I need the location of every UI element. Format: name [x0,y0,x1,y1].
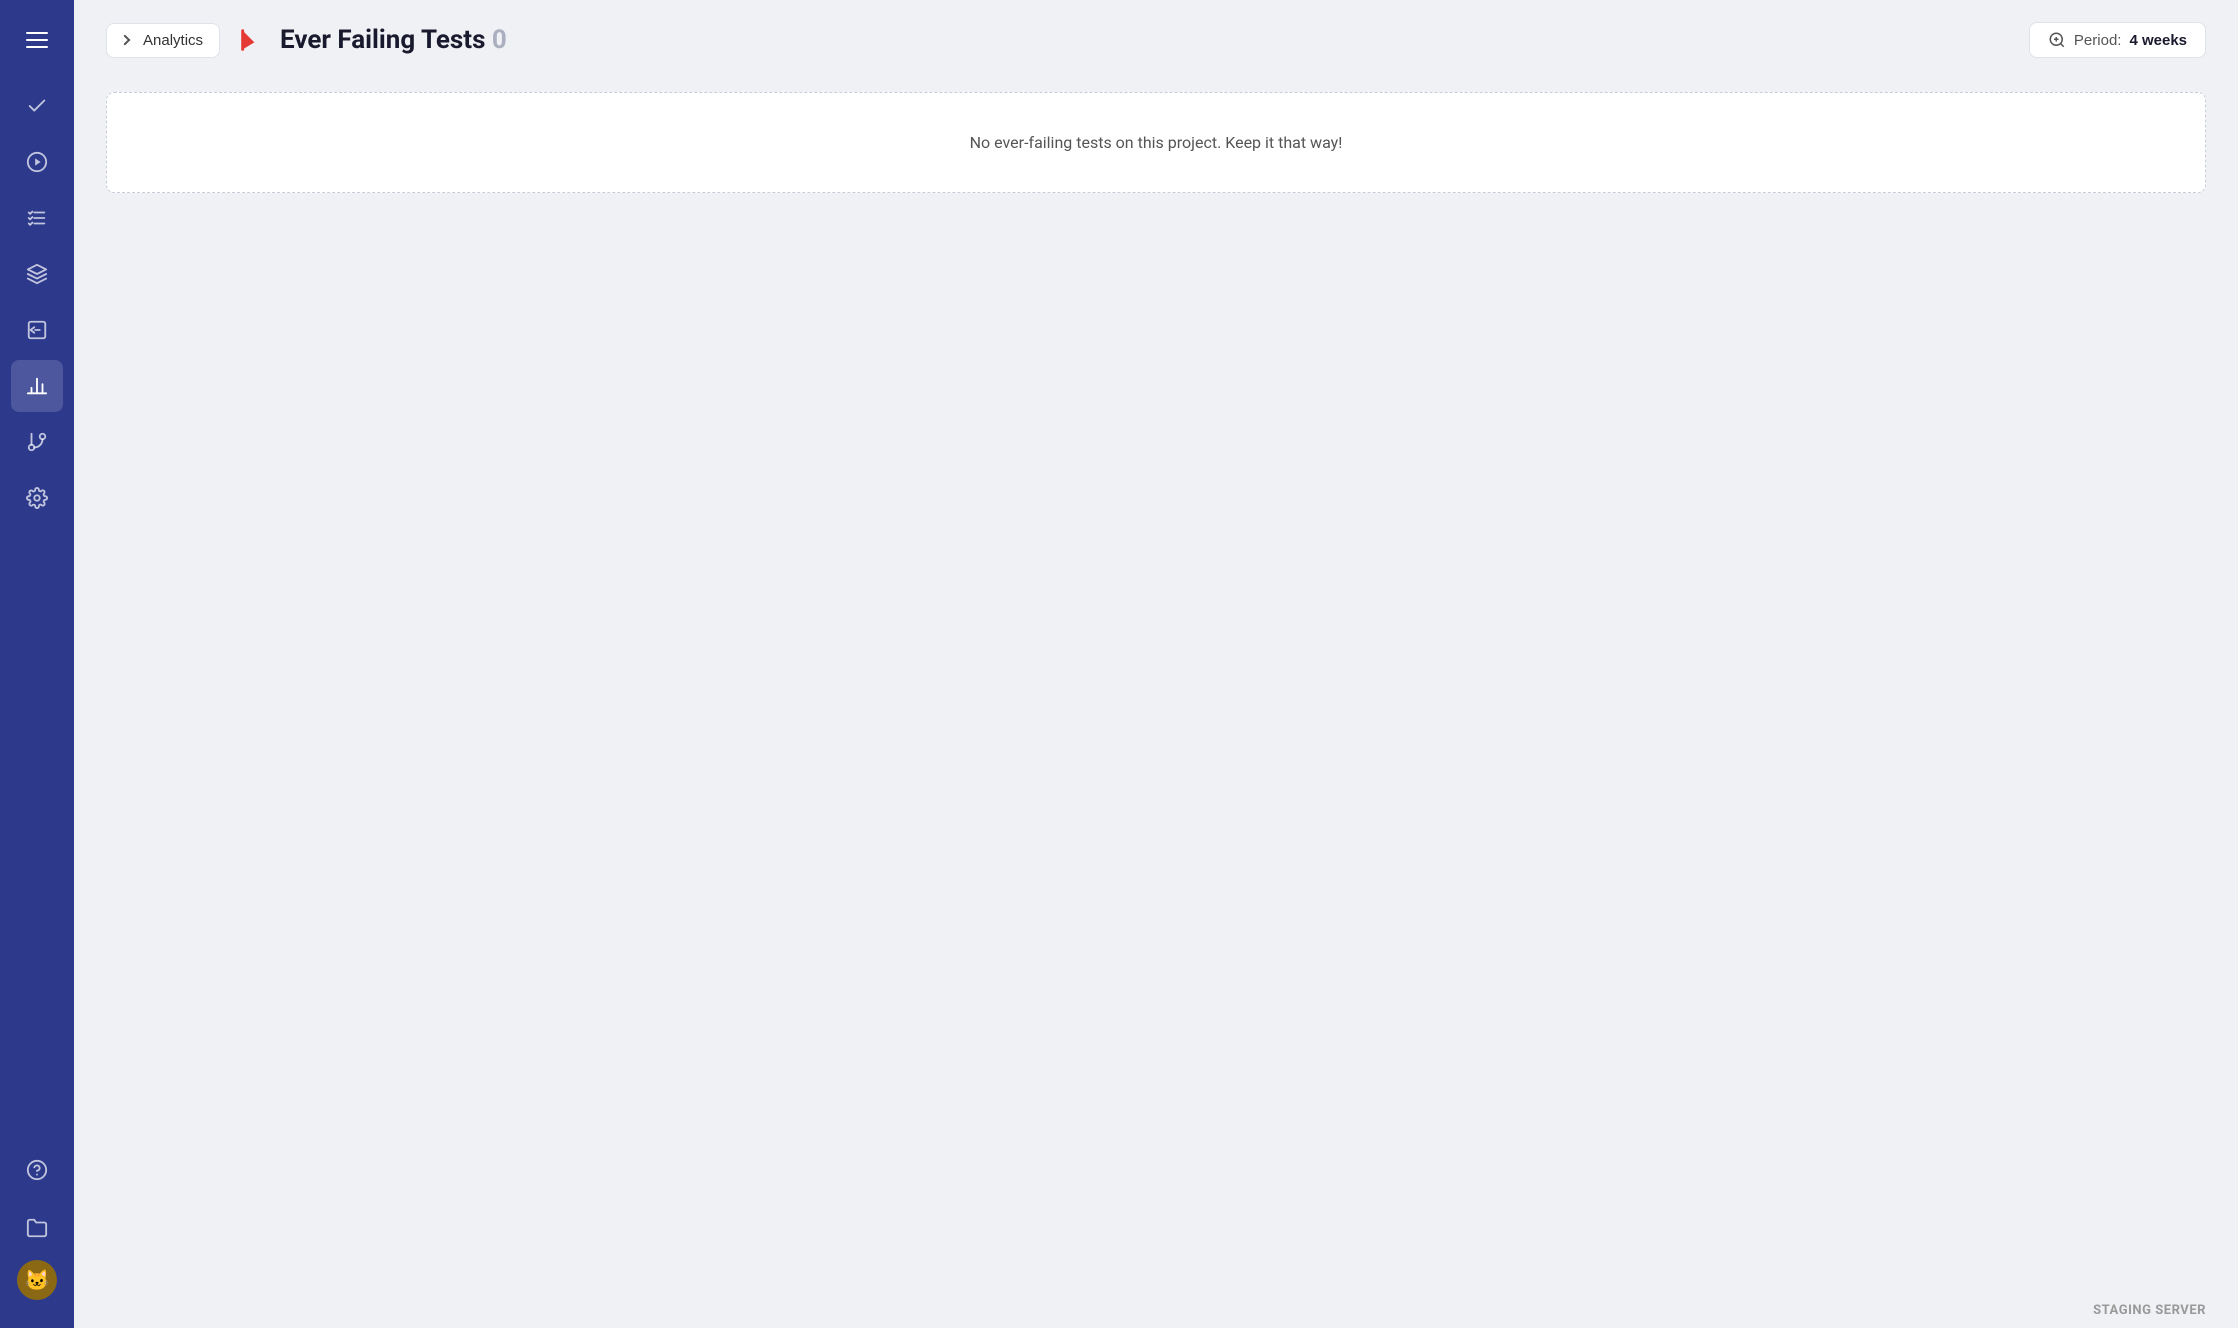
bar-chart-icon [26,375,48,397]
header: Analytics Ever Failing Tests 0 Period [74,0,2238,80]
period-label: Period: [2074,32,2122,49]
staging-footer: STAGING SERVER [74,1293,2238,1328]
check-icon [26,95,48,117]
sidebar-item-branches[interactable] [11,416,63,468]
content-area: No ever-failing tests on this project. K… [74,80,2238,1293]
layers-icon [26,263,48,285]
sidebar-item-terminal[interactable] [11,304,63,356]
page-title-count: 0 [492,25,507,55]
back-button[interactable]: Analytics [106,23,220,58]
chevron-left-icon [123,33,137,47]
page-title-area: Ever Failing Tests 0 [238,25,2011,55]
period-value: 4 weeks [2129,32,2187,49]
sidebar-item-folder[interactable] [11,1202,63,1254]
sidebar-nav [0,80,74,1144]
terminal-icon [26,319,48,341]
sidebar-item-help[interactable] [11,1144,63,1196]
period-button[interactable]: Period: 4 weeks [2029,22,2206,58]
empty-state-message: No ever-failing tests on this project. K… [970,133,1343,152]
main-content: Analytics Ever Failing Tests 0 Period [74,0,2238,1328]
sidebar-item-analytics[interactable] [11,360,63,412]
page-title: Ever Failing Tests 0 [280,25,507,55]
sidebar-item-layers[interactable] [11,248,63,300]
help-icon [26,1159,48,1181]
hamburger-menu[interactable] [15,18,59,62]
sidebar-item-list[interactable] [11,192,63,244]
sidebar-bottom: 🐱 [11,1144,63,1310]
flag-icon [238,26,266,54]
sidebar: 🐱 [0,0,74,1328]
settings-icon [26,487,48,509]
play-icon [26,151,48,173]
staging-label: STAGING SERVER [2093,1303,2206,1318]
git-branch-icon [26,431,48,453]
period-icon [2048,31,2066,49]
folder-icon [26,1217,48,1239]
back-label: Analytics [143,32,203,49]
sidebar-item-settings[interactable] [11,472,63,524]
sidebar-item-run[interactable] [11,136,63,188]
page-title-text: Ever Failing Tests [280,25,485,55]
avatar[interactable]: 🐱 [17,1260,57,1300]
list-check-icon [26,207,48,229]
sidebar-item-tests[interactable] [11,80,63,132]
empty-state-card: No ever-failing tests on this project. K… [106,92,2206,193]
